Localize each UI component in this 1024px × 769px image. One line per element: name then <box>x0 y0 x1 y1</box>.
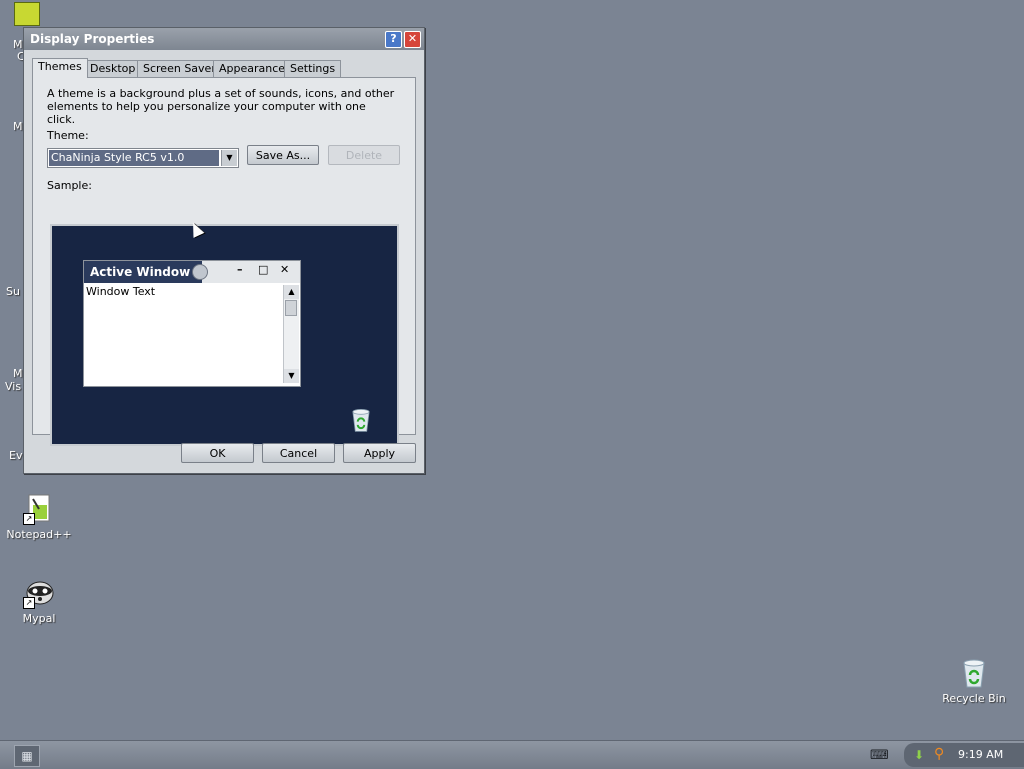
cancel-button[interactable]: Cancel <box>262 443 335 463</box>
scroll-up-icon: ▲ <box>284 285 299 299</box>
desktop-icon-mypal[interactable]: ↗ Mypal <box>1 577 77 625</box>
desktop-icon-label: Notepad++ <box>6 528 72 541</box>
desktop-icon-notepadpp[interactable]: ↗ Notepad++ <box>1 493 77 541</box>
desktop-icon-recycle-bin[interactable]: Recycle Bin <box>936 657 1012 705</box>
tab-appearance[interactable]: Appearance <box>213 60 292 77</box>
partial-label-7: Ev <box>9 449 23 462</box>
raccoon-icon: ↗ <box>23 577 55 609</box>
tab-desktop[interactable]: Desktop <box>84 60 142 77</box>
maximize-icon: □ <box>258 263 269 276</box>
sample-active-window: Active Window – □ ✕ Window Text ▲ ▼ <box>83 260 301 387</box>
help-button[interactable]: ? <box>385 31 402 48</box>
themes-panel: A theme is a background plus a set of so… <box>32 77 416 446</box>
clock[interactable]: 9:19 AM <box>958 748 1003 761</box>
theme-select[interactable]: ChaNinja Style RC5 v1.0 ▼ <box>47 148 239 168</box>
partial-label-6: Vis <box>5 380 22 393</box>
notepadpp-icon: ↗ <box>23 493 55 525</box>
sample-label: Sample: <box>47 179 92 192</box>
recycle-bin-icon <box>348 406 374 434</box>
recycle-bin-icon <box>958 657 990 689</box>
start-button[interactable]: ▦ <box>14 745 40 767</box>
desktop-icon-partial-top[interactable] <box>0 2 76 26</box>
keyboard-icon[interactable]: ⌨ <box>870 748 889 763</box>
theme-select-value: ChaNinja Style RC5 v1.0 <box>49 150 219 166</box>
close-button[interactable]: ✕ <box>404 31 421 48</box>
taskbar: ▦ ⌨ ⬇ ⚲ 9:19 AM <box>0 740 1024 769</box>
scroll-down-icon: ▼ <box>284 369 299 383</box>
scroll-thumb <box>285 300 297 316</box>
theme-label: Theme: <box>47 129 89 142</box>
desktop-icon-label: Mypal <box>22 612 56 625</box>
desktop-icon-label: Recycle Bin <box>942 692 1006 705</box>
sample-scrollbar: ▲ ▼ <box>283 285 299 383</box>
windows-grid-icon: ▦ <box>21 749 33 763</box>
close-icon: ✕ <box>280 263 290 276</box>
sample-window-text: Window Text <box>86 285 156 298</box>
theme-sample-preview: Active Window – □ ✕ Window Text ▲ ▼ <box>50 224 399 446</box>
tab-screen-saver[interactable]: Screen Saver <box>137 60 222 77</box>
system-tray: ⬇ ⚲ 9:19 AM <box>904 743 1024 767</box>
minimize-icon: – <box>237 263 243 276</box>
orb-icon <box>192 264 208 280</box>
partial-label-3: M <box>13 120 23 133</box>
sample-titlebar: Active Window – □ ✕ <box>84 261 300 283</box>
partial-label-5: M <box>13 367 23 380</box>
network-icon[interactable]: ⬇ <box>914 748 924 762</box>
clock-folder-icon <box>14 2 40 26</box>
shortcut-arrow-icon: ↗ <box>23 513 35 525</box>
tab-settings[interactable]: Settings <box>284 60 342 77</box>
apply-button[interactable]: Apply <box>343 443 416 463</box>
dialog-titlebar[interactable]: Display Properties ? ✕ <box>24 28 424 50</box>
display-properties-dialog: Display Properties ? ✕ Themes Desktop Sc… <box>23 27 425 474</box>
shortcut-arrow-icon: ↗ <box>23 597 35 609</box>
ok-button[interactable]: OK <box>181 443 254 463</box>
theme-description: A theme is a background plus a set of so… <box>47 87 395 126</box>
tab-themes[interactable]: Themes <box>32 58 88 78</box>
delete-button[interactable]: Delete <box>328 145 400 165</box>
dialog-title: Display Properties <box>30 32 155 46</box>
search-icon[interactable]: ⚲ <box>934 746 944 762</box>
chevron-down-icon[interactable]: ▼ <box>221 150 237 166</box>
partial-label-4: Su <box>6 285 20 298</box>
sample-window-title: Active Window <box>84 261 202 283</box>
save-as-button[interactable]: Save As... <box>247 145 319 165</box>
